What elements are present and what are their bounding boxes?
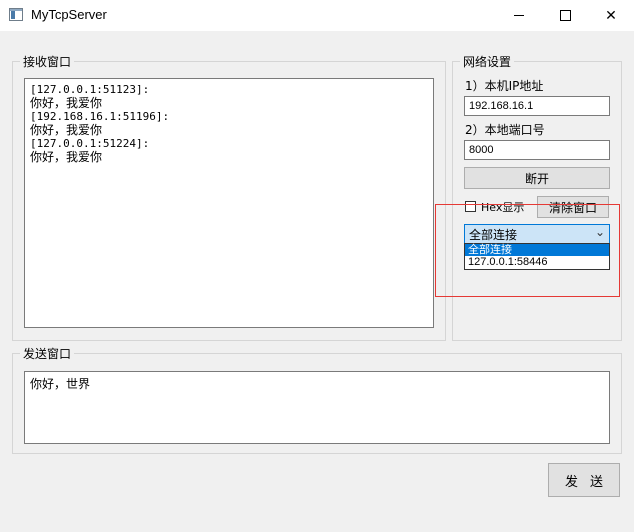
send-textarea[interactable]: 你好，世界 [24,371,610,444]
receive-line: 你好，我爱你 [30,122,103,137]
window-title: MyTcpServer [31,7,107,22]
highlight-box [435,204,620,297]
app-icon [9,8,23,21]
title-bar: MyTcpServer ✕ [0,0,634,31]
receive-line: 你好，我爱你 [30,95,103,110]
receive-textarea[interactable]: [127.0.0.1:51123]: 你好，我爱你 [192.168.16.1:… [24,78,434,328]
receive-line: [127.0.0.1:51224]: [30,137,150,150]
minimize-button[interactable] [496,0,542,31]
receive-line: 你好，我爱你 [30,149,103,164]
close-icon: ✕ [605,7,617,24]
receive-group-title: 接收窗口 [23,55,72,69]
minimize-icon [514,15,524,16]
port-input[interactable]: 8000 [464,140,610,160]
maximize-icon [559,10,571,21]
send-button[interactable]: 发送 [548,463,620,497]
ip-input[interactable]: 192.168.16.1 [464,96,610,116]
close-button[interactable]: ✕ [588,0,634,31]
send-group-title: 发送窗口 [23,347,72,361]
network-settings-title: 网络设置 [463,55,512,69]
receive-line: [192.168.16.1:51196]: [30,110,170,123]
disconnect-button[interactable]: 断开 [464,167,610,189]
ip-label: 1）本机IP地址 [465,79,544,93]
maximize-button[interactable] [542,0,588,31]
receive-line: [127.0.0.1:51123]: [30,83,150,96]
port-label: 2）本地端口号 [465,123,545,137]
